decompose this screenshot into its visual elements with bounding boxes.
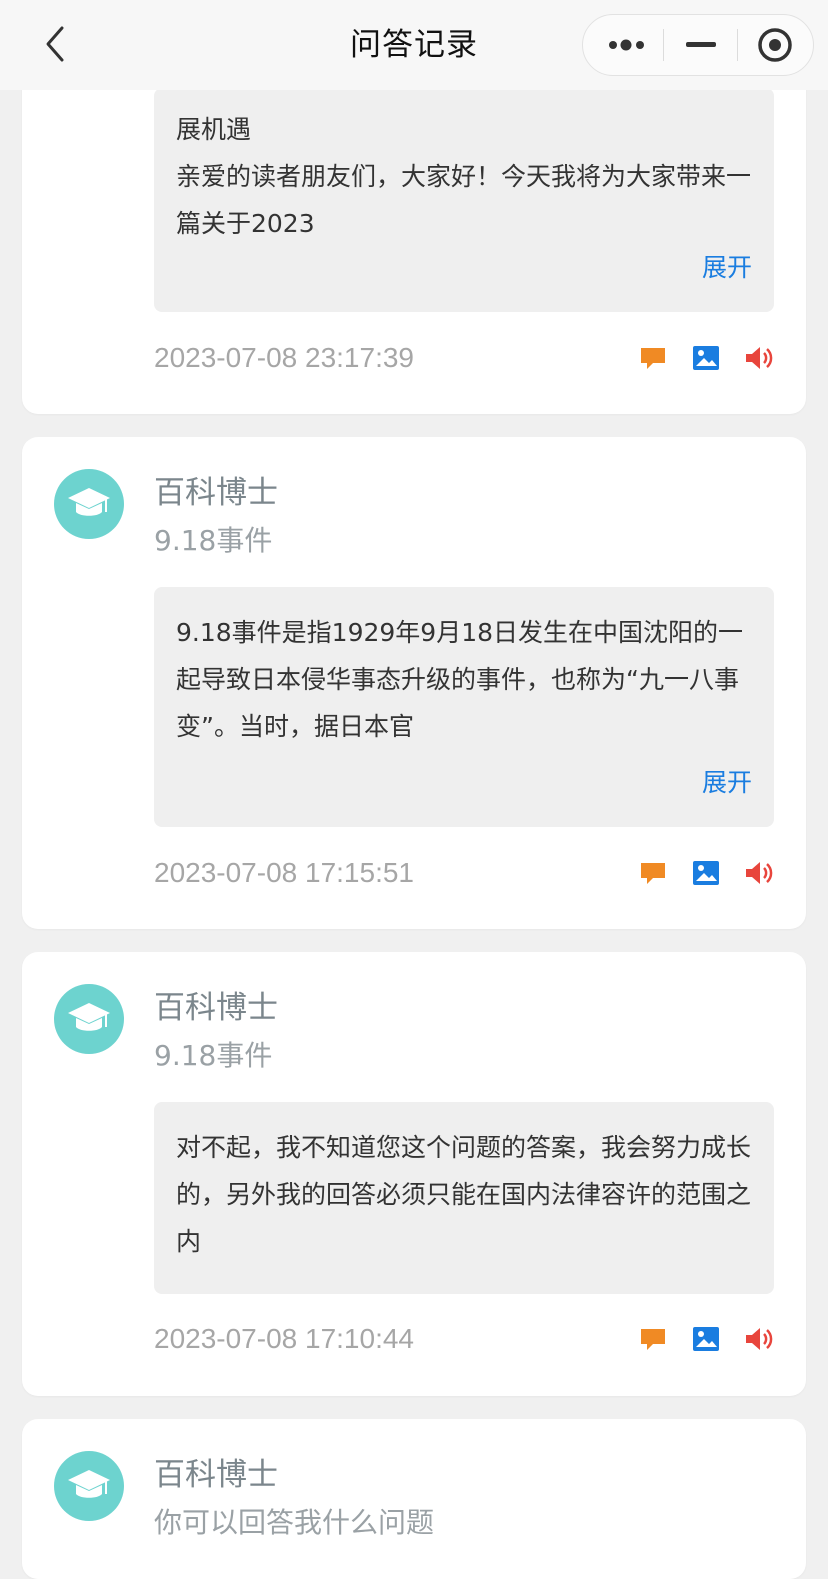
timestamp: 2023-07-08 17:15:51 (154, 857, 414, 888)
question-text: 你可以回答我什么问题 (154, 1506, 435, 1539)
avatar (54, 1451, 124, 1521)
answer-text: 9.18事件是指1929年9月18日发生在中国沈阳的一起导致日本侵华事态升级的事… (176, 618, 744, 741)
avatar (54, 984, 124, 1054)
image-icon[interactable] (691, 858, 721, 888)
nav-bar: 问答记录 (0, 0, 828, 90)
more-dots-icon (609, 39, 644, 51)
capsule-divider (663, 29, 664, 61)
graduation-cap-icon (68, 1003, 110, 1031)
expand-link[interactable]: 展开 (702, 767, 752, 799)
qa-record-card[interactable]: 展机遇 亲爱的读者朋友们，大家好！今天我将为大家带来一篇关于2023 展开 20… (22, 60, 806, 414)
chat-icon[interactable] (638, 343, 668, 373)
bot-name: 百科博士 (154, 990, 278, 1026)
graduation-cap-icon (68, 1470, 110, 1498)
answer-box: 对不起，我不知道您这个问题的答案，我会努力成长的，另外我的回答必须只能在国内法律… (154, 1102, 774, 1294)
speaker-icon[interactable] (744, 343, 774, 373)
question-text: 9.18事件 (154, 524, 273, 557)
capsule-divider (737, 29, 738, 61)
avatar (54, 469, 124, 539)
minimize-button[interactable] (665, 15, 737, 75)
mini-program-capsule (582, 14, 814, 76)
graduation-cap-icon (68, 488, 110, 516)
more-button[interactable] (591, 15, 663, 75)
bot-name: 百科博士 (154, 475, 278, 511)
chat-icon[interactable] (638, 1324, 668, 1354)
chat-icon[interactable] (638, 858, 668, 888)
action-icons (638, 343, 774, 373)
timestamp: 2023-07-08 23:17:39 (154, 342, 414, 373)
answer-box: 展机遇 亲爱的读者朋友们，大家好！今天我将为大家带来一篇关于2023 展开 (154, 88, 774, 312)
answer-text: 对不起，我不知道您这个问题的答案，我会努力成长的，另外我的回答必须只能在国内法律… (176, 1133, 752, 1256)
qa-record-card[interactable]: 百科博士 9.18事件 对不起，我不知道您这个问题的答案，我会努力成长的，另外我… (22, 952, 806, 1396)
target-close-icon (758, 28, 792, 62)
minus-icon (686, 42, 716, 47)
answer-text: 展机遇 亲爱的读者朋友们，大家好！今天我将为大家带来一篇关于2023 (176, 115, 752, 238)
action-icons (638, 858, 774, 888)
answer-box: 9.18事件是指1929年9月18日发生在中国沈阳的一起导致日本侵华事态升级的事… (154, 587, 774, 827)
qa-record-card[interactable]: 百科博士 9.18事件 9.18事件是指1929年9月18日发生在中国沈阳的一起… (22, 437, 806, 929)
expand-link[interactable]: 展开 (702, 252, 752, 284)
qa-record-card[interactable]: 百科博士 你可以回答我什么问题 (22, 1419, 806, 1579)
question-text: 9.18事件 (154, 1039, 273, 1072)
bot-name: 百科博士 (154, 1457, 278, 1493)
image-icon[interactable] (691, 343, 721, 373)
action-icons (638, 1324, 774, 1354)
close-miniapp-button[interactable] (739, 15, 811, 75)
speaker-icon[interactable] (744, 858, 774, 888)
speaker-icon[interactable] (744, 1324, 774, 1354)
timestamp: 2023-07-08 17:10:44 (154, 1323, 414, 1354)
image-icon[interactable] (691, 1324, 721, 1354)
